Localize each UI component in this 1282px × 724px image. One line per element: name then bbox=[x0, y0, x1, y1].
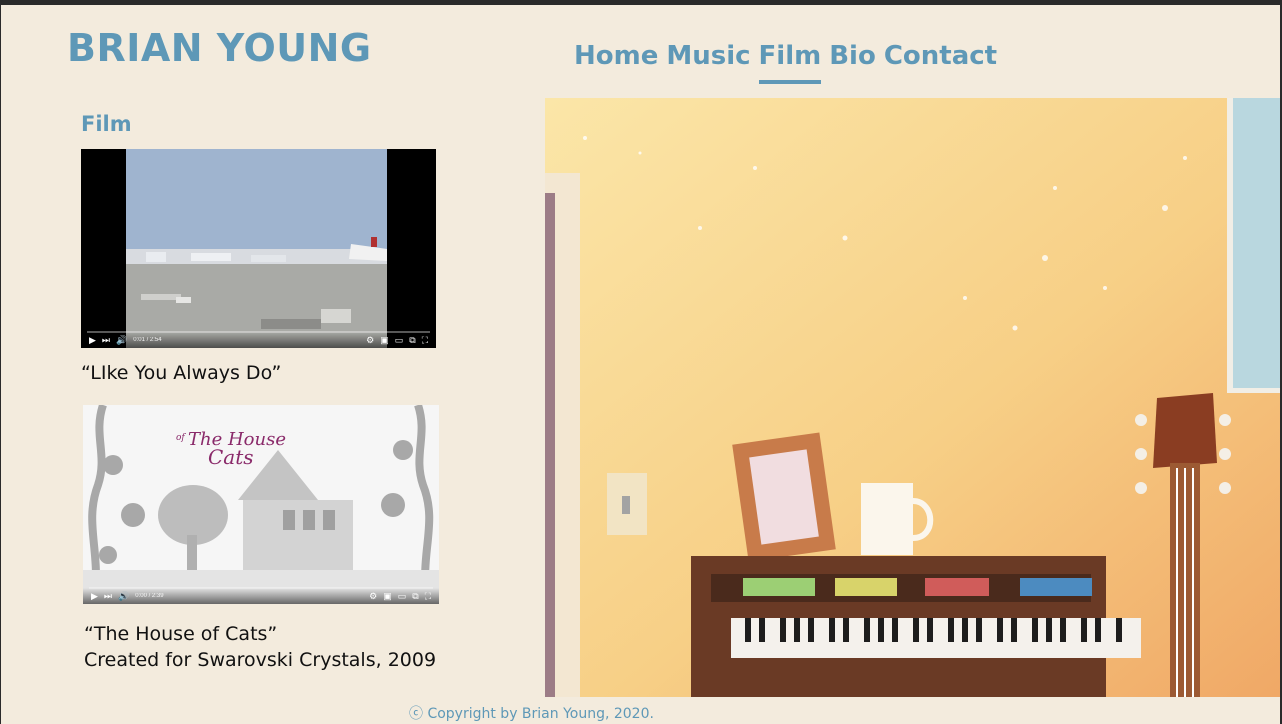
video-time: 0:01 / 2:54 bbox=[133, 337, 162, 343]
video-thumbnail bbox=[126, 149, 387, 348]
nav-music[interactable]: Music bbox=[666, 40, 750, 72]
theater-icon[interactable]: ▭ bbox=[395, 332, 404, 348]
thumb-title-line2: Cats bbox=[208, 445, 254, 469]
video-player-like-you-always-do[interactable]: ▶ ⏭ 🔊 0:01 / 2:54 ⚙ ▣ ▭ ⧉ ⛶ bbox=[81, 149, 436, 348]
cast-icon[interactable]: ⧉ bbox=[409, 332, 415, 348]
video-controls: ▶ ⏭ 🔊 0:01 / 2:54 ⚙ ▣ ▭ ⧉ ⛶ bbox=[81, 332, 436, 348]
video-caption: “LIke You Always Do” bbox=[81, 362, 282, 384]
nav-bio[interactable]: Bio bbox=[829, 40, 876, 72]
video-caption-title: “The House of Cats” bbox=[84, 623, 278, 645]
main-nav: Home Music Film Bio Contact bbox=[574, 40, 997, 84]
cast-icon[interactable]: ⧉ bbox=[412, 588, 418, 604]
video-time: 0:00 / 2:39 bbox=[135, 593, 164, 599]
feature-illustration bbox=[545, 98, 1280, 697]
settings-icon[interactable]: ⚙ bbox=[366, 332, 374, 348]
piano-room-illustration bbox=[545, 98, 1280, 697]
fullscreen-icon[interactable]: ⛶ bbox=[425, 588, 431, 604]
play-icon[interactable]: ▶ bbox=[91, 588, 98, 604]
volume-icon[interactable]: 🔊 bbox=[118, 588, 129, 604]
next-icon[interactable]: ⏭ bbox=[104, 588, 112, 604]
fullscreen-icon[interactable]: ⛶ bbox=[422, 332, 428, 348]
window-top-bar bbox=[0, 0, 1282, 5]
settings-icon[interactable]: ⚙ bbox=[369, 588, 377, 604]
nav-film[interactable]: Film bbox=[758, 40, 821, 84]
footer-copyright: ⓒ Copyright by Brian Young, 2020. bbox=[409, 706, 654, 722]
window-left-edge bbox=[0, 5, 1, 724]
theater-icon[interactable]: ▭ bbox=[398, 588, 407, 604]
nav-home[interactable]: Home bbox=[574, 40, 658, 72]
video-thumbnail: of The House Cats bbox=[83, 405, 439, 604]
video-controls: ▶ ⏭ 🔊 0:00 / 2:39 ⚙ ▣ ▭ ⧉ ⛶ bbox=[83, 588, 439, 604]
video-caption: “The House of Cats” Created for Swarovsk… bbox=[84, 621, 436, 673]
section-heading: Film bbox=[81, 112, 132, 136]
next-icon[interactable]: ⏭ bbox=[102, 332, 110, 348]
video-caption-subtitle: Created for Swarovski Crystals, 2009 bbox=[84, 649, 437, 671]
miniplayer-icon[interactable]: ▣ bbox=[380, 332, 389, 348]
site-title[interactable]: BRIAN YOUNG bbox=[67, 26, 372, 70]
volume-icon[interactable]: 🔊 bbox=[116, 332, 127, 348]
nav-contact[interactable]: Contact bbox=[884, 40, 997, 72]
miniplayer-icon[interactable]: ▣ bbox=[383, 588, 392, 604]
play-icon[interactable]: ▶ bbox=[89, 332, 96, 348]
video-player-the-house-of-cats[interactable]: of The House Cats ▶ ⏭ 🔊 0:00 / 2:39 ⚙ ▣ … bbox=[83, 405, 439, 604]
